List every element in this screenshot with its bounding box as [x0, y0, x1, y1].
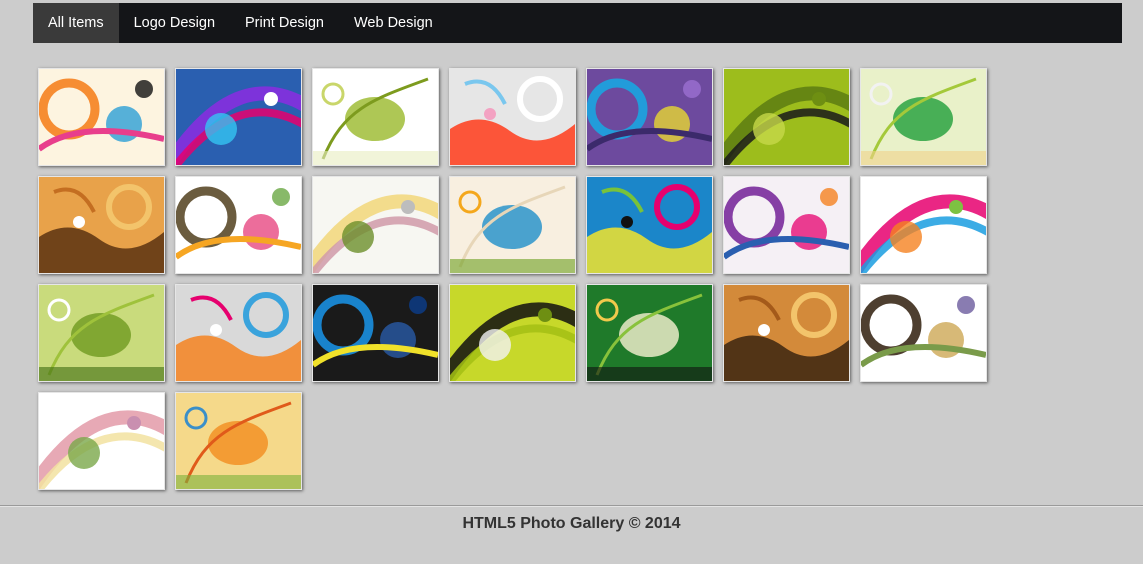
thumb-floral-sketch[interactable] [175, 176, 302, 274]
thumb-circles-lines[interactable] [38, 68, 165, 166]
thumbnail-artwork [587, 285, 712, 381]
thumbnail-artwork [724, 177, 849, 273]
thumbnail-artwork [39, 285, 164, 381]
thumbnail-artwork [450, 285, 575, 381]
nav-print-design[interactable]: Print Design [230, 3, 339, 43]
thumb-city-silhouette[interactable] [449, 284, 576, 382]
thumb-butterfly[interactable] [449, 176, 576, 274]
thumbnail-artwork [861, 285, 986, 381]
thumbnail-artwork [313, 285, 438, 381]
thumbnail-artwork [450, 177, 575, 273]
thumb-tropical-flower[interactable] [586, 176, 713, 274]
thumb-orange-ring[interactable] [449, 68, 576, 166]
thumb-tree-sunset[interactable] [38, 176, 165, 274]
thumb-green-flower[interactable] [860, 68, 987, 166]
thumb-frangipani[interactable] [586, 284, 713, 382]
thumbnail-artwork [39, 393, 164, 489]
thumb-blue-arcs[interactable] [312, 284, 439, 382]
nav-web-design[interactable]: Web Design [339, 3, 448, 43]
thumbnail-artwork [176, 69, 301, 165]
thumbnail-artwork [176, 285, 301, 381]
footer-copyright: HTML5 Photo Gallery © 2014 [462, 515, 681, 532]
thumbnail-artwork [861, 177, 986, 273]
thumbnail-artwork [861, 69, 986, 165]
thumb-rose-outline[interactable] [312, 176, 439, 274]
category-nav: All Items Logo Design Print Design Web D… [33, 3, 1122, 43]
thumbnail-artwork [39, 177, 164, 273]
thumb-swirl-blue[interactable] [175, 68, 302, 166]
thumb-green-floral[interactable] [312, 68, 439, 166]
nav-all-items[interactable]: All Items [33, 3, 119, 43]
thumbnail-artwork [176, 177, 301, 273]
thumbnail-artwork [587, 177, 712, 273]
thumbnail-artwork [587, 69, 712, 165]
thumbnail-artwork [450, 69, 575, 165]
thumbnail-artwork [39, 69, 164, 165]
thumb-leaf-swirls[interactable] [860, 284, 987, 382]
thumbnail-artwork [313, 177, 438, 273]
thumb-purple-stripes[interactable] [586, 68, 713, 166]
thumb-tree-grunge[interactable] [723, 284, 850, 382]
footer-divider [0, 505, 1143, 507]
thumbnail-artwork [724, 69, 849, 165]
thumb-pink-roses[interactable] [38, 392, 165, 490]
thumb-circles-gray[interactable] [175, 284, 302, 382]
thumb-green-landscape[interactable] [723, 68, 850, 166]
thumbnail-artwork [313, 69, 438, 165]
thumbnail-artwork [724, 285, 849, 381]
thumb-paisley[interactable] [860, 176, 987, 274]
thumb-swirl-purple[interactable] [723, 176, 850, 274]
thumbnail-artwork [176, 393, 301, 489]
thumb-orange-leaves[interactable] [175, 392, 302, 490]
nav-logo-design[interactable]: Logo Design [119, 3, 230, 43]
thumb-green-gears[interactable] [38, 284, 165, 382]
